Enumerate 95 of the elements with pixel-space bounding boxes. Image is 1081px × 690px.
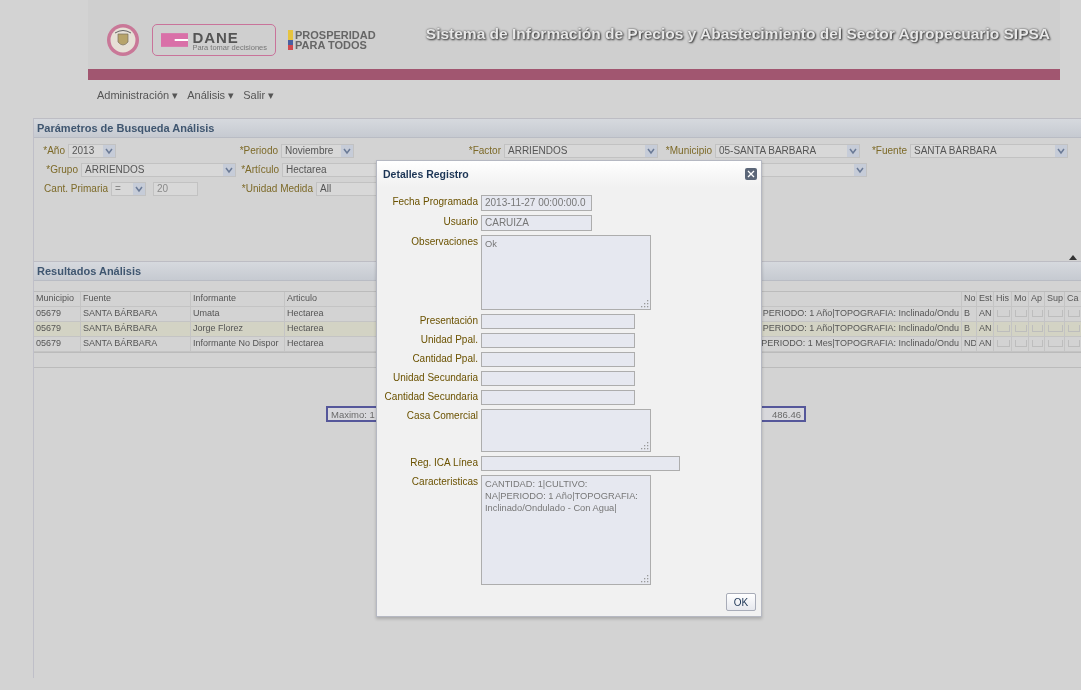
dropdown-field[interactable]: ARRIENDOS	[504, 143, 658, 158]
dropdown-arrow-icon[interactable]	[341, 144, 353, 157]
menu-item[interactable]: Análisis ▾	[187, 88, 235, 102]
table-cell: SANTA BÁRBARA	[83, 308, 158, 318]
dropdown-field[interactable]: 2013	[68, 143, 116, 158]
dropdown-arrow-icon[interactable]	[103, 144, 115, 157]
field-label: Presentación	[418, 314, 479, 328]
column-header[interactable]: Fuente	[81, 292, 191, 306]
field-label: Unidad Secundaria	[391, 371, 479, 385]
input-field[interactable]	[481, 333, 635, 348]
field-label: *Factor	[467, 145, 502, 156]
table-cell: Informante No Dispor	[193, 338, 279, 348]
table-cell: PERIODO: 1 Año|TOPOGRAFIA: Inclinado/Ondu	[762, 323, 959, 333]
table-cell: Umata	[193, 308, 220, 318]
table-cell: 05679	[36, 338, 62, 348]
column-header[interactable]: Mo	[1012, 292, 1029, 306]
summary-text: 486.46	[771, 408, 801, 420]
flag-stripe-icon	[288, 30, 293, 50]
table-cell: AN	[979, 323, 992, 333]
table-cell: PERIODO: 1 Mes|TOPOGRAFIA: Inclinado/Ondu	[761, 338, 959, 348]
resize-grip-icon[interactable]	[641, 575, 649, 583]
menu-item[interactable]: Salir ▾	[243, 88, 275, 102]
close-icon[interactable]	[745, 168, 757, 180]
input-field[interactable]: 2013-11-27 00:00:00.0	[481, 195, 592, 211]
column-header[interactable]: Sup	[1045, 292, 1065, 306]
dropdown-arrow-icon[interactable]	[854, 163, 866, 176]
collapse-arrow-icon[interactable]	[1068, 254, 1078, 260]
field-label: *Grupo	[45, 164, 79, 175]
column-header[interactable]: Informante	[191, 292, 285, 306]
field-label: *Periodo	[238, 145, 279, 156]
input-field[interactable]	[481, 371, 635, 386]
resize-grip-icon[interactable]	[641, 300, 649, 308]
dialog-title: Detalles Registro	[383, 168, 469, 180]
table-cell: B	[964, 323, 970, 333]
dropdown-field[interactable]: Noviembre	[281, 143, 354, 158]
dropdown-field[interactable]: ARRIENDOS	[81, 162, 236, 177]
panel-header: Parámetros de Busqueda Análisis	[34, 118, 1081, 138]
column-header[interactable]: Est	[977, 292, 994, 306]
input-field[interactable]	[481, 314, 635, 329]
resize-grip-icon[interactable]	[641, 442, 649, 450]
table-cell: SANTA BÁRBARA	[83, 338, 158, 348]
slogan-logo: PROSPERIDAD PARA TODOS	[295, 30, 376, 50]
table-cell: 05679	[36, 323, 62, 333]
table-cell: AN	[979, 338, 992, 348]
table-cell: Hectarea	[287, 323, 324, 333]
field-label: *Año	[42, 145, 66, 156]
coat-of-arms-icon	[106, 23, 140, 57]
field-label: Observaciones	[410, 235, 479, 249]
field-label: Cantidad Ppal.	[411, 352, 479, 366]
field-label: Cant. Primaria	[43, 183, 109, 194]
dropdown-arrow-icon[interactable]	[645, 144, 657, 157]
input-field[interactable]	[481, 352, 635, 367]
column-header[interactable]: His	[994, 292, 1012, 306]
table-cell: AN	[979, 308, 992, 318]
ok-button[interactable]: OK	[726, 593, 756, 611]
table-cell: Hectarea	[287, 338, 324, 348]
menu-item[interactable]: Administración ▾	[97, 88, 179, 102]
input-field[interactable]: CARUIZA	[481, 215, 592, 231]
column-header[interactable]: Municipio	[34, 292, 81, 306]
table-cell: Hectarea	[287, 308, 324, 318]
table-cell: PERIODO: 1 Año|TOPOGRAFIA: Inclinado/Ondu	[762, 308, 959, 318]
dropdown-arrow-icon[interactable]	[1055, 144, 1067, 157]
table-cell: 05679	[36, 308, 62, 318]
column-header[interactable]: No	[962, 292, 977, 306]
logo-mark-icon	[161, 33, 189, 47]
field-label: Fecha Programada	[391, 195, 479, 209]
site-title: Sistema de Información de Precios y Abastecimiento del Sector Agropecuario SIPSA	[425, 25, 1050, 43]
field-label: *Artículo	[240, 164, 280, 175]
input-field[interactable]	[481, 456, 680, 471]
input-field[interactable]	[481, 390, 635, 405]
field-label: *Unidad Medida	[240, 183, 314, 194]
input-field[interactable]: Hectarea	[282, 162, 377, 177]
dropdown-arrow-icon[interactable]	[847, 144, 859, 157]
field-label: Caracteristicas	[410, 475, 479, 489]
logo-text: DANE	[192, 30, 239, 45]
text-area[interactable]	[481, 409, 651, 452]
field-label: Unidad Ppal.	[419, 333, 479, 347]
table-cell: Jorge Florez	[193, 323, 244, 333]
column-header[interactable]: Ca	[1065, 292, 1081, 306]
field-label: *Fuente	[870, 145, 908, 156]
table-cell: B	[964, 308, 970, 318]
table-cell: ND	[964, 338, 976, 348]
field-label: Reg. ICA Línea	[409, 456, 479, 470]
text-area[interactable]: Ok	[481, 235, 651, 310]
dropdown-arrow-icon[interactable]	[223, 163, 235, 176]
column-header[interactable]: Ap	[1029, 292, 1045, 306]
text-area[interactable]: CANTIDAD: 1|CULTIVO: NA|PERIODO: 1 Año|TOPOGRAFIA: Inclinado/Ondulado - Con Agua|	[481, 475, 651, 585]
dropdown-field[interactable]: 05-SANTA BARBARA	[715, 143, 860, 158]
table-cell: SANTA BÁRBARA	[83, 323, 158, 333]
summary-text: Maximo: 1	[331, 408, 375, 420]
field-label: Cantidad Secundaria	[383, 390, 479, 404]
field-label: *Municipio	[664, 145, 713, 156]
dropdown-field[interactable]: SANTA BÁRBARA	[910, 143, 1068, 158]
field-label: Usuario	[442, 215, 479, 229]
field-label: Casa Comercial	[405, 409, 479, 423]
